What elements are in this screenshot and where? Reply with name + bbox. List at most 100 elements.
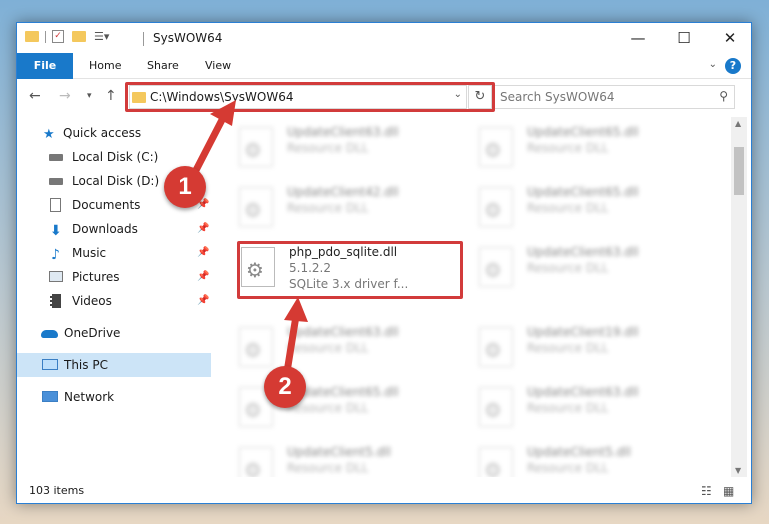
file-name: UpdateClient19.dll xyxy=(527,325,639,339)
gear-icon: ⚙ xyxy=(484,398,502,422)
dll-file-icon: ⚙ xyxy=(479,447,513,477)
sidebar-item-label: Local Disk (D:) xyxy=(72,174,160,188)
documents-icon xyxy=(50,198,61,212)
file-item[interactable]: ⚙ UpdateClient42.dll Resource DLL xyxy=(235,183,461,231)
sidebar-item-videos[interactable]: Videos 📌 xyxy=(17,289,211,313)
file-item[interactable]: ⚙ UpdateClient63.dll Resource DLL xyxy=(475,383,701,431)
explorer-window: ✓ ☰▾ SysWOW64 — ☐ ✕ File Home Share View… xyxy=(16,22,752,504)
dll-file-icon: ⚙ xyxy=(479,387,513,427)
file-type: Resource DLL xyxy=(287,141,369,155)
pin-icon[interactable]: 📌 xyxy=(197,289,209,313)
file-type: Resource DLL xyxy=(287,461,369,475)
close-button[interactable]: ✕ xyxy=(707,23,751,53)
minimize-button[interactable]: — xyxy=(615,23,661,53)
file-item[interactable]: ⚙ UpdateClient65.dll Resource DLL xyxy=(475,183,701,231)
file-name: UpdateClient65.dll xyxy=(527,185,639,199)
sidebar-item-music[interactable]: ♪ Music 📌 xyxy=(17,241,211,265)
file-type: Resource DLL xyxy=(287,341,369,355)
sidebar-item-label: Documents xyxy=(72,198,141,212)
properties-icon[interactable]: ✓ xyxy=(52,30,64,43)
file-item[interactable]: ⚙ UpdateClient63.dll Resource DLL xyxy=(235,123,461,171)
address-highlight-box xyxy=(125,82,495,112)
details-view-icon[interactable]: ☷ xyxy=(701,484,712,498)
customize-toolbar-icon[interactable]: ☰▾ xyxy=(94,30,109,43)
file-name: UpdateClient63.dll xyxy=(527,385,639,399)
tab-share[interactable]: Share xyxy=(147,53,179,79)
recent-locations-icon[interactable]: ▾ xyxy=(87,91,92,101)
file-type: Resource DLL xyxy=(527,201,609,215)
file-type: Resource DLL xyxy=(287,201,369,215)
gear-icon: ⚙ xyxy=(484,138,502,162)
sidebar-item-onedrive[interactable]: OneDrive xyxy=(17,321,211,345)
tab-view[interactable]: View xyxy=(205,53,231,79)
dll-file-icon: ⚙ xyxy=(239,447,273,477)
file-name: UpdateClient63.dll xyxy=(287,325,399,339)
file-name: UpdateClient5.dll xyxy=(287,445,391,459)
search-input[interactable]: Search SysWOW64 ⚲ xyxy=(491,85,735,109)
file-item[interactable]: ⚙ UpdateClient63.dll Resource DLL xyxy=(235,323,461,371)
pin-icon[interactable]: 📌 xyxy=(197,217,209,241)
sidebar-item-label: OneDrive xyxy=(64,326,121,340)
file-list: ⚙ UpdateClient63.dll Resource DLL ⚙ Upda… xyxy=(225,117,731,477)
help-icon[interactable]: ? xyxy=(725,58,741,74)
file-type: Resource DLL xyxy=(527,461,609,475)
dll-file-icon: ⚙ xyxy=(479,127,513,167)
scroll-up-icon[interactable]: ▲ xyxy=(735,119,741,128)
file-item[interactable]: ⚙ UpdateClient19.dll Resource DLL xyxy=(475,323,701,371)
music-icon: ♪ xyxy=(51,247,60,263)
sidebar-item-downloads[interactable]: ⬇ Downloads 📌 xyxy=(17,217,211,241)
sidebar-item-this-pc[interactable]: This PC xyxy=(17,353,211,377)
star-icon: ★ xyxy=(43,127,55,142)
up-arrow-icon[interactable]: ↑ xyxy=(105,88,117,104)
sidebar-item-label: Downloads xyxy=(72,222,138,236)
gear-icon: ⚙ xyxy=(244,138,262,162)
file-highlight-box xyxy=(237,241,463,299)
forward-arrow-icon[interactable]: → xyxy=(59,88,71,104)
gear-icon: ⚙ xyxy=(484,258,502,282)
file-item[interactable]: ⚙ UpdateClient65.dll Resource DLL xyxy=(475,123,701,171)
tab-home[interactable]: Home xyxy=(89,53,121,79)
gear-icon: ⚙ xyxy=(244,398,262,422)
maximize-button[interactable]: ☐ xyxy=(661,23,707,53)
file-item[interactable]: ⚙ UpdateClient5.dll Resource DLL xyxy=(235,443,461,477)
title-separator xyxy=(143,32,144,46)
folder-icon[interactable] xyxy=(25,31,39,42)
toolbar-separator xyxy=(45,30,46,43)
navigation-bar: ← → ▾ ↑ C:\Windows\SysWOW64 ⌄ ↻ Search S… xyxy=(17,80,751,114)
videos-icon xyxy=(50,294,61,308)
dll-file-icon: ⚙ xyxy=(239,187,273,227)
computer-icon xyxy=(42,359,58,370)
sidebar-item-label: This PC xyxy=(64,358,108,372)
file-name: UpdateClient65.dll xyxy=(527,125,639,139)
ribbon-tabs: File Home Share View ⌄ ? xyxy=(17,53,751,79)
gear-icon: ⚙ xyxy=(484,198,502,222)
pin-icon[interactable]: 📌 xyxy=(197,241,209,265)
back-arrow-icon[interactable]: ← xyxy=(29,88,41,104)
chevron-down-icon[interactable]: ⌄ xyxy=(709,59,717,70)
pictures-icon xyxy=(49,271,63,282)
gear-icon: ⚙ xyxy=(484,458,502,477)
scrollbar-thumb[interactable] xyxy=(734,147,744,195)
dll-file-icon: ⚙ xyxy=(239,327,273,367)
drive-icon xyxy=(49,154,63,161)
search-placeholder: Search SysWOW64 xyxy=(500,90,615,104)
tab-file[interactable]: File xyxy=(17,53,73,79)
file-type: Resource DLL xyxy=(527,141,609,155)
file-item[interactable]: ⚙ UpdateClient5.dll Resource DLL xyxy=(475,443,701,477)
sidebar-item-label: Pictures xyxy=(72,270,120,284)
sidebar-item-label: Network xyxy=(64,390,115,404)
large-icons-view-icon[interactable]: ▦ xyxy=(723,484,734,498)
vertical-scrollbar[interactable]: ▲ ▼ xyxy=(731,117,747,477)
title-bar: ✓ ☰▾ SysWOW64 — ☐ ✕ xyxy=(17,23,751,53)
sidebar-item-pictures[interactable]: Pictures 📌 xyxy=(17,265,211,289)
step-badge-1: 1 xyxy=(164,166,206,208)
gear-icon: ⚙ xyxy=(244,458,262,477)
search-icon[interactable]: ⚲ xyxy=(719,89,728,103)
scroll-down-icon[interactable]: ▼ xyxy=(735,466,741,475)
sidebar-item-network[interactable]: Network xyxy=(17,385,211,409)
file-type: Resource DLL xyxy=(527,261,609,275)
pin-icon[interactable]: 📌 xyxy=(197,265,209,289)
new-folder-icon[interactable] xyxy=(72,31,86,42)
sidebar-item-quick-access[interactable]: ★ Quick access xyxy=(17,121,211,145)
file-item[interactable]: ⚙ UpdateClient63.dll Resource DLL xyxy=(475,243,701,291)
